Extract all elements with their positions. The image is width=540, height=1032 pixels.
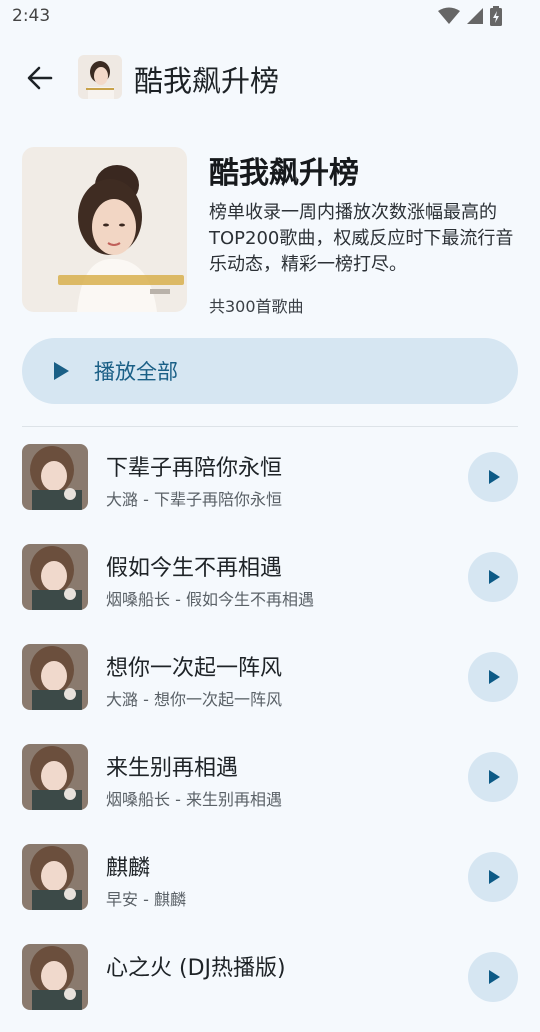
song-play-button[interactable] xyxy=(468,452,518,502)
song-artwork xyxy=(22,744,88,810)
song-title: 假如今生不再相遇 xyxy=(106,556,283,581)
play-icon xyxy=(489,770,500,784)
song-play-button[interactable] xyxy=(468,852,518,902)
song-play-button[interactable] xyxy=(468,752,518,802)
song-count: 共300首歌曲 xyxy=(209,297,304,316)
song-artwork xyxy=(22,944,88,1010)
song-row[interactable]: 心之火 (DJ热播版) xyxy=(0,932,540,1032)
song-subtitle: 大潞 - 想你一次起一阵风 xyxy=(106,690,282,709)
play-icon xyxy=(489,870,500,884)
song-title: 想你一次起一阵风 xyxy=(106,656,283,681)
play-icon xyxy=(54,362,69,380)
divider xyxy=(22,426,518,427)
song-artwork xyxy=(22,644,88,710)
song-title: 麒麟 xyxy=(106,856,151,881)
back-button[interactable] xyxy=(22,60,58,96)
playlist-cover-image xyxy=(22,147,187,312)
song-row[interactable]: 来生别再相遇 烟嗓船长 - 来生别再相遇 xyxy=(0,732,540,832)
status-icons xyxy=(438,6,502,30)
play-all-button[interactable]: 播放全部 xyxy=(22,338,518,404)
status-bar: 2:43 xyxy=(0,0,540,34)
cellular-signal-icon xyxy=(466,7,484,29)
song-row[interactable]: 麒麟 早安 - 麒麟 xyxy=(0,832,540,932)
wifi-icon xyxy=(438,7,460,29)
song-title: 下辈子再陪你永恒 xyxy=(106,456,283,481)
song-row[interactable]: 假如今生不再相遇 烟嗓船长 - 假如今生不再相遇 xyxy=(0,532,540,632)
play-icon xyxy=(489,570,500,584)
playlist-thumbnail xyxy=(78,55,122,99)
song-subtitle: 烟嗓船长 - 假如今生不再相遇 xyxy=(106,590,314,609)
song-subtitle: 早安 - 麒麟 xyxy=(106,890,186,909)
song-row[interactable]: 想你一次起一阵风 大潞 - 想你一次起一阵风 xyxy=(0,632,540,732)
song-artwork xyxy=(22,844,88,910)
playlist-title: 酷我飙升榜 xyxy=(209,156,359,191)
page-title: 酷我飙升榜 xyxy=(134,64,280,98)
song-subtitle: 烟嗓船长 - 来生别再相遇 xyxy=(106,790,282,809)
song-row[interactable]: 下辈子再陪你永恒 大潞 - 下辈子再陪你永恒 xyxy=(0,432,540,532)
play-icon xyxy=(489,970,500,984)
song-artwork xyxy=(22,544,88,610)
battery-icon xyxy=(490,6,502,30)
playlist-description: 榜单收录一周内播放次数涨幅最高的TOP200歌曲，权威反应时下最流行音乐动态，精… xyxy=(209,202,514,275)
play-icon xyxy=(489,470,500,484)
song-title: 心之火 (DJ热播版) xyxy=(106,956,286,981)
song-subtitle: 大潞 - 下辈子再陪你永恒 xyxy=(106,490,282,509)
status-time: 2:43 xyxy=(12,6,51,26)
play-icon xyxy=(489,670,500,684)
app-bar: 酷我飙升榜 xyxy=(0,48,540,106)
play-all-label: 播放全部 xyxy=(94,360,178,384)
song-artwork xyxy=(22,444,88,510)
song-play-button[interactable] xyxy=(468,652,518,702)
back-arrow-icon xyxy=(27,66,53,90)
song-play-button[interactable] xyxy=(468,552,518,602)
song-title: 来生别再相遇 xyxy=(106,756,239,781)
